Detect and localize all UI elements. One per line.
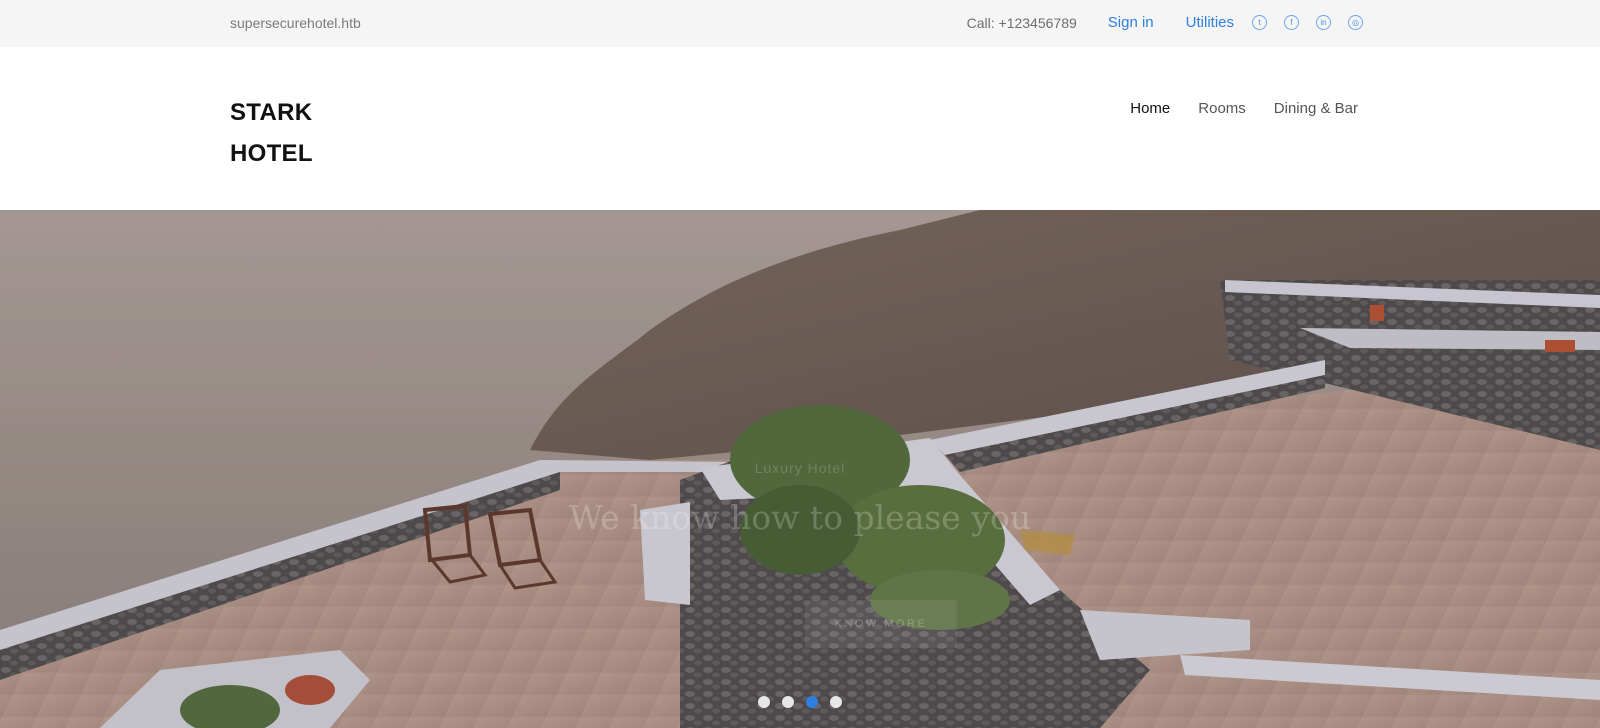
hero-kicker: Luxury Hotel	[754, 460, 846, 476]
slider-dot-4[interactable]	[830, 696, 842, 708]
facebook-icon[interactable]: f	[1284, 15, 1299, 30]
logo-line-2: HOTEL	[230, 140, 313, 167]
nav-item-rooms[interactable]: Rooms	[1198, 100, 1246, 117]
hero-slider: Luxury Hotel We know how to please you K…	[0, 210, 1600, 728]
call-number: Call: +123456789	[966, 14, 1077, 31]
hero-headline: We know how to please you	[568, 498, 1032, 537]
main-nav: Home Rooms Dining & Bar	[1130, 100, 1358, 117]
nav-item-dining-bar[interactable]: Dining & Bar	[1274, 100, 1358, 117]
twitter-icon[interactable]: t	[1252, 15, 1267, 30]
slider-dot-3[interactable]	[806, 696, 818, 708]
slider-dot-1[interactable]	[758, 696, 770, 708]
site-domain: supersecurehotel.htb	[230, 15, 361, 31]
logo-line-1: STARK	[230, 99, 313, 126]
slider-dot-2[interactable]	[782, 696, 794, 708]
sign-in-link[interactable]: Sign in	[1108, 14, 1154, 31]
know-more-button[interactable]: Know More	[805, 600, 957, 648]
linkedin-icon[interactable]: in	[1316, 15, 1331, 30]
site-logo[interactable]: STARK HOTEL	[230, 92, 313, 174]
dribbble-icon[interactable]: ◎	[1348, 15, 1363, 30]
utilities-link[interactable]: Utilities	[1186, 14, 1234, 31]
slider-dots	[758, 696, 842, 708]
top-bar: supersecurehotel.htb Call: +123456789 Si…	[0, 0, 1600, 47]
nav-item-home[interactable]: Home	[1130, 100, 1170, 117]
top-bar-right: Call: +123456789 Sign in Utilities t f i…	[967, 14, 1363, 31]
social-links: t f in ◎	[1252, 15, 1363, 30]
site-header: STARK HOTEL Home Rooms Dining & Bar	[0, 47, 1600, 210]
